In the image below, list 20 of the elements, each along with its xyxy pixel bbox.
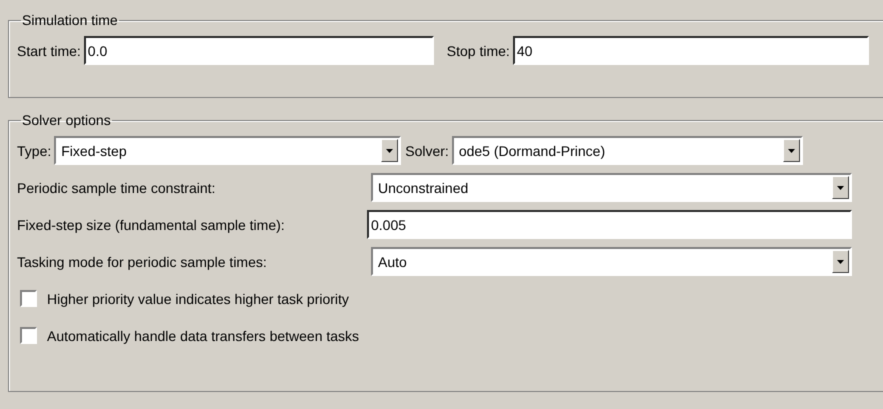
checkbox-label: Automatically handle data transfers between tasks xyxy=(47,328,360,344)
field-label: Start time: xyxy=(17,42,81,58)
checkbox[interactable] xyxy=(20,327,37,344)
field-label: Tasking mode for periodic sample times: xyxy=(17,254,268,270)
stop-time-field[interactable]: 40 xyxy=(512,36,869,65)
field-label: Stop time: xyxy=(446,42,510,58)
dropdown-field[interactable]: Auto xyxy=(371,247,852,276)
checkbox-label: Higher priority value indicates higher task priority xyxy=(47,290,349,306)
field-label: Periodic sample time constraint: xyxy=(17,180,216,196)
group-title: Simulation time xyxy=(21,12,119,28)
start-time-field[interactable]: 0.0 xyxy=(84,36,434,65)
field-label: Type: xyxy=(17,142,52,158)
type-dropdown[interactable]: Fixed-step xyxy=(54,136,402,165)
dropdown-field[interactable]: Unconstrained xyxy=(371,173,852,202)
solver-dropdown[interactable]: ode5 (Dormand-Prince) xyxy=(452,136,803,165)
input-field[interactable]: 0.005 xyxy=(367,210,852,239)
field-label: Fixed-step size (fundamental sample time): xyxy=(17,216,286,232)
field-label: Solver: xyxy=(405,142,449,158)
group-title: Solver options xyxy=(21,112,112,128)
checkbox[interactable] xyxy=(20,290,37,307)
